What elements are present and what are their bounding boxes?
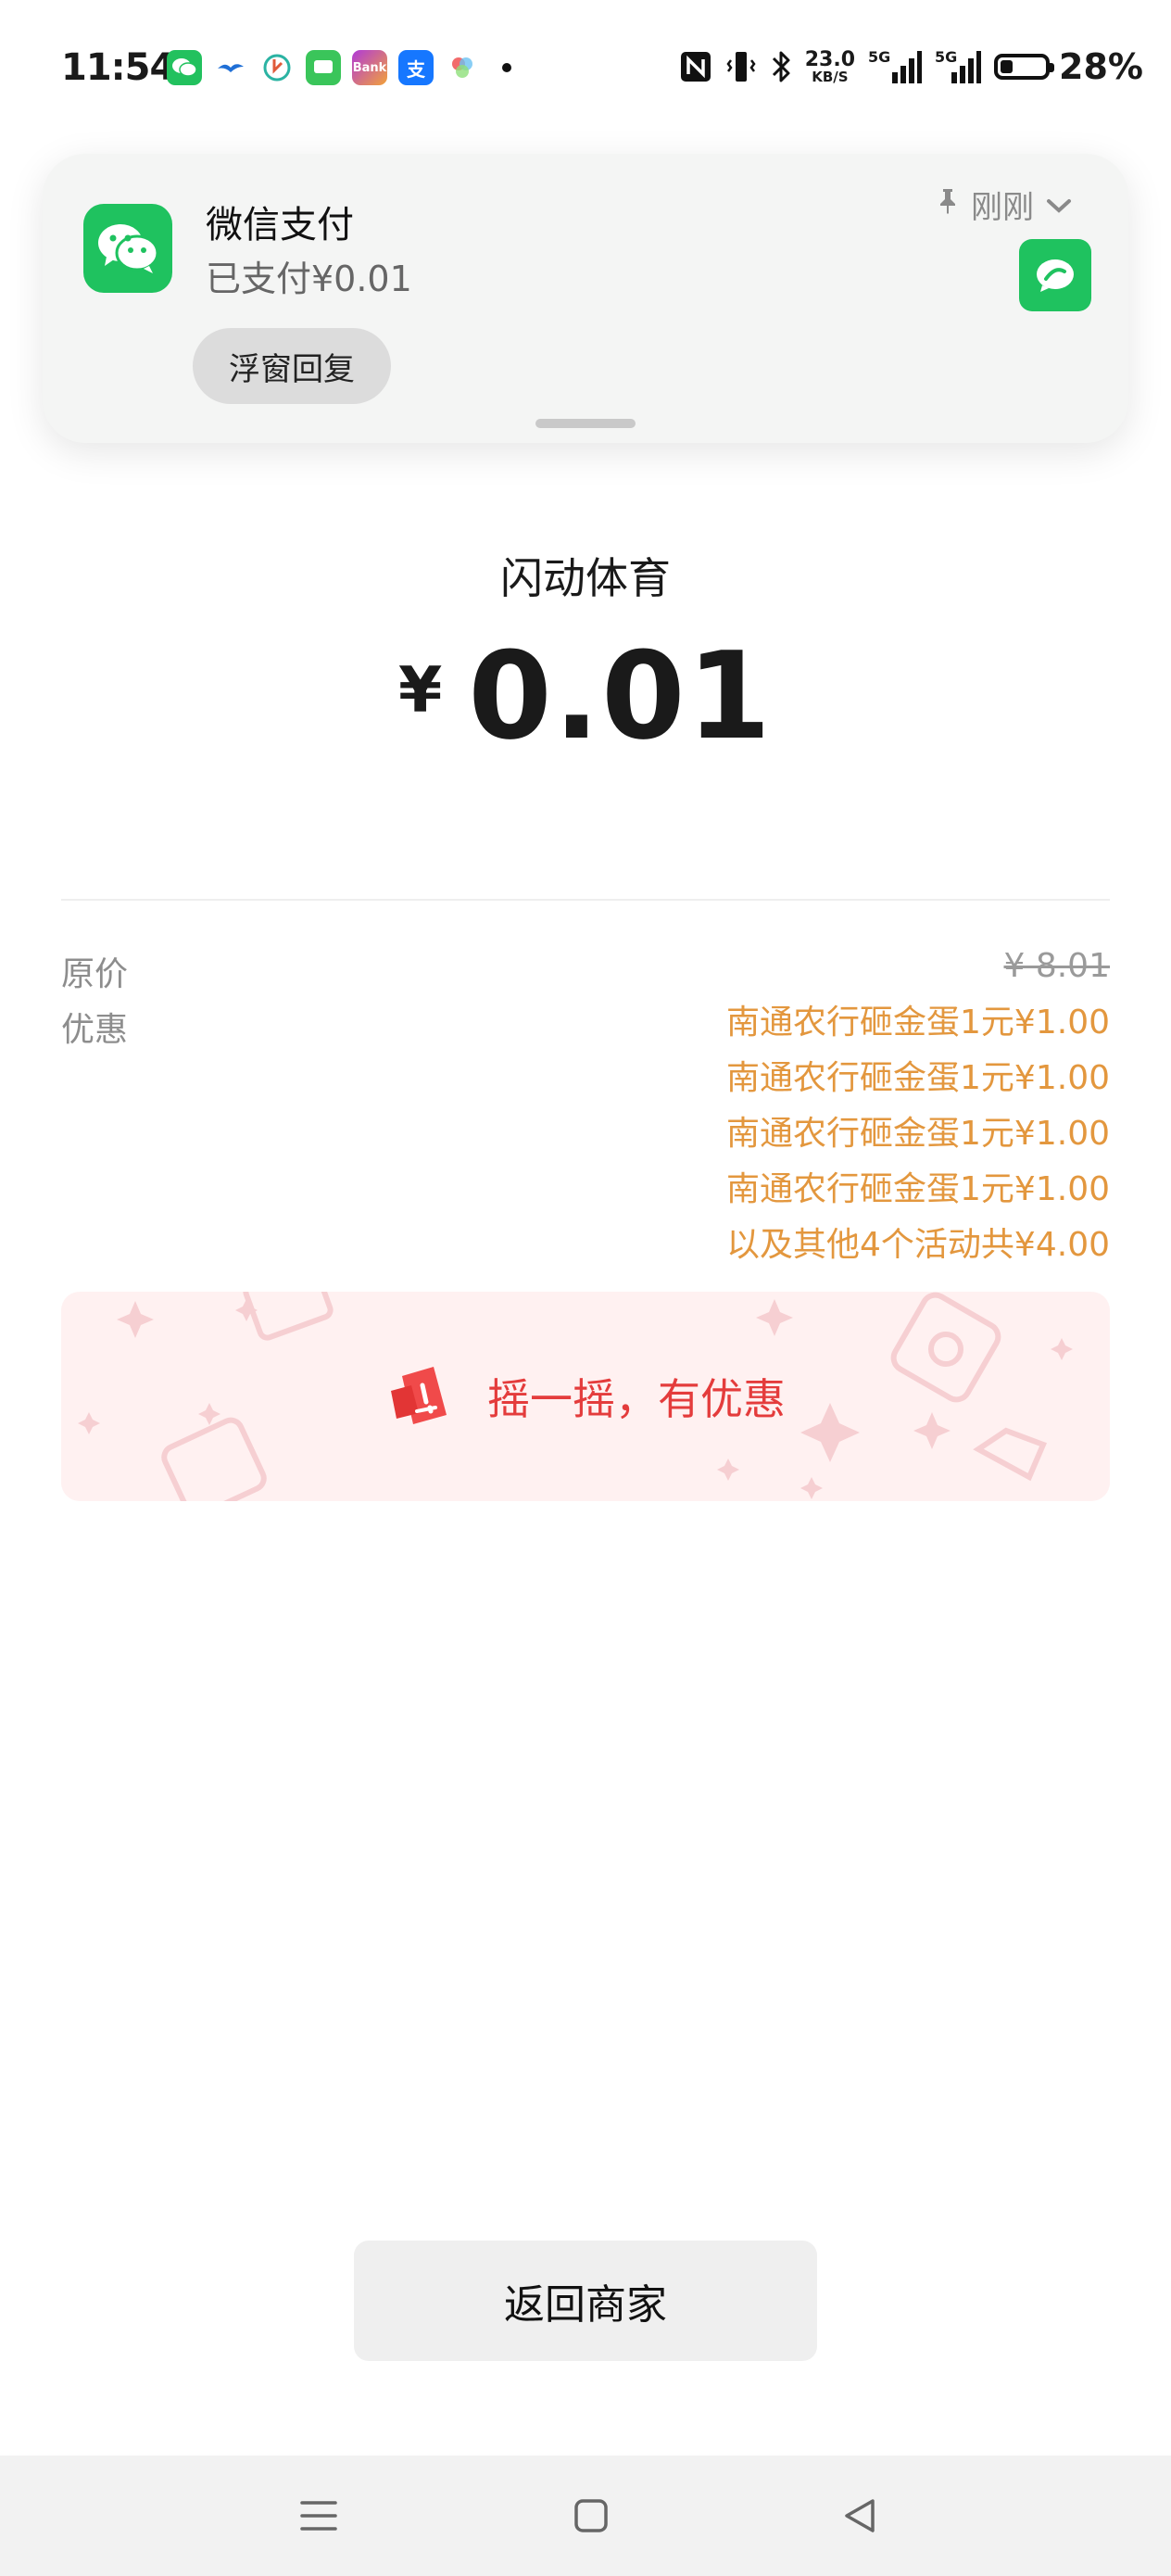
battery: 28%	[994, 46, 1143, 87]
discount-item: 南通农行砸金蛋1元¥1.00	[726, 1059, 1110, 1097]
signal2-label: 5G	[935, 48, 958, 66]
discount-item: 南通农行砸金蛋1元¥1.00	[726, 1004, 1110, 1042]
divider	[61, 899, 1110, 901]
return-to-merchant-button[interactable]: 返回商家	[354, 2241, 817, 2361]
photos-app-icon	[445, 50, 480, 85]
network-speed-unit: KB/S	[812, 68, 849, 85]
network-speed-value: 23.0	[804, 47, 856, 71]
shake-banner-text: 摇一摇，有优惠	[487, 1374, 786, 1424]
payment-notification[interactable]: 微信支付 已支付¥0.01 浮窗回复 刚刚	[43, 154, 1128, 443]
more-notifications-dot	[502, 63, 511, 72]
floating-reply-button[interactable]: 浮窗回复	[193, 328, 391, 404]
wechat-icon	[167, 50, 202, 85]
notification-title: 微信支付	[206, 204, 354, 246]
amount-value: 0.01	[468, 625, 774, 766]
bluetooth-icon	[770, 49, 792, 84]
bird-app-icon	[213, 50, 248, 85]
power-app-icon	[259, 50, 295, 85]
back-nav-icon[interactable]	[804, 2456, 915, 2576]
notification-meta: 刚刚	[936, 182, 1073, 227]
discount-item: 南通农行砸金蛋1元¥1.00	[726, 1170, 1110, 1208]
bank-app-icon: Bank	[352, 50, 387, 85]
status-time: 11:54	[61, 46, 175, 89]
notification-drag-handle[interactable]	[535, 419, 636, 428]
discount-label: 优惠	[61, 1011, 129, 1049]
battery-tip	[1050, 63, 1055, 72]
signal-5g-icon-2: 5G	[935, 48, 982, 85]
shake-for-discount-banner[interactable]: 摇一摇，有优惠	[61, 1292, 1110, 1501]
discount-item: 南通农行砸金蛋1元¥1.00	[726, 1115, 1110, 1153]
wechat-pay-app-icon	[83, 204, 172, 293]
original-price-label: 原价	[61, 955, 129, 993]
status-app-icons: Bank 支	[167, 50, 511, 85]
signal-5g-icon-1: 5G	[868, 48, 923, 85]
battery-percent: 28%	[1059, 46, 1143, 87]
system-icons: 23.0 KB/S 5G 5G 28%	[679, 46, 1143, 87]
wechat-small-icon[interactable]	[1019, 239, 1091, 311]
alipay-char: 支	[407, 57, 425, 81]
discount-list: 南通农行砸金蛋1元¥1.00 南通农行砸金蛋1元¥1.00 南通农行砸金蛋1元¥…	[726, 1003, 1110, 1281]
notification-body: 已支付¥0.01	[206, 259, 412, 299]
currency-symbol: ¥	[397, 654, 443, 727]
shake-banner-content: 摇一摇，有优惠	[61, 1292, 1110, 1501]
status-bar: 11:54 Bank 支 23.0 KB/S 5G 5G 28%	[0, 0, 1171, 139]
home-nav-icon[interactable]	[535, 2456, 647, 2576]
network-speed: 23.0 KB/S	[804, 47, 856, 85]
notification-time: 刚刚	[971, 189, 1034, 226]
chevron-down-icon[interactable]	[1045, 186, 1073, 223]
payment-amount: ¥ 0.01	[0, 636, 1171, 756]
signal1-label: 5G	[868, 48, 891, 66]
original-price-value: ¥ 8.01	[1003, 947, 1110, 985]
nfc-icon	[679, 50, 712, 83]
alipay-icon: 支	[398, 50, 434, 85]
pin-icon	[936, 186, 960, 223]
messages-icon	[306, 50, 341, 85]
merchant-name: 闪动体育	[500, 553, 671, 603]
menu-nav-icon[interactable]	[263, 2456, 374, 2576]
shake-icon	[385, 1359, 467, 1433]
battery-icon	[994, 54, 1055, 80]
vibrate-icon	[725, 49, 757, 84]
battery-fill	[1001, 60, 1014, 73]
navigation-bar	[0, 2456, 1171, 2576]
discount-summary: 以及其他4个活动共¥4.00	[726, 1226, 1110, 1264]
bank-app-text: Bank	[352, 60, 387, 75]
